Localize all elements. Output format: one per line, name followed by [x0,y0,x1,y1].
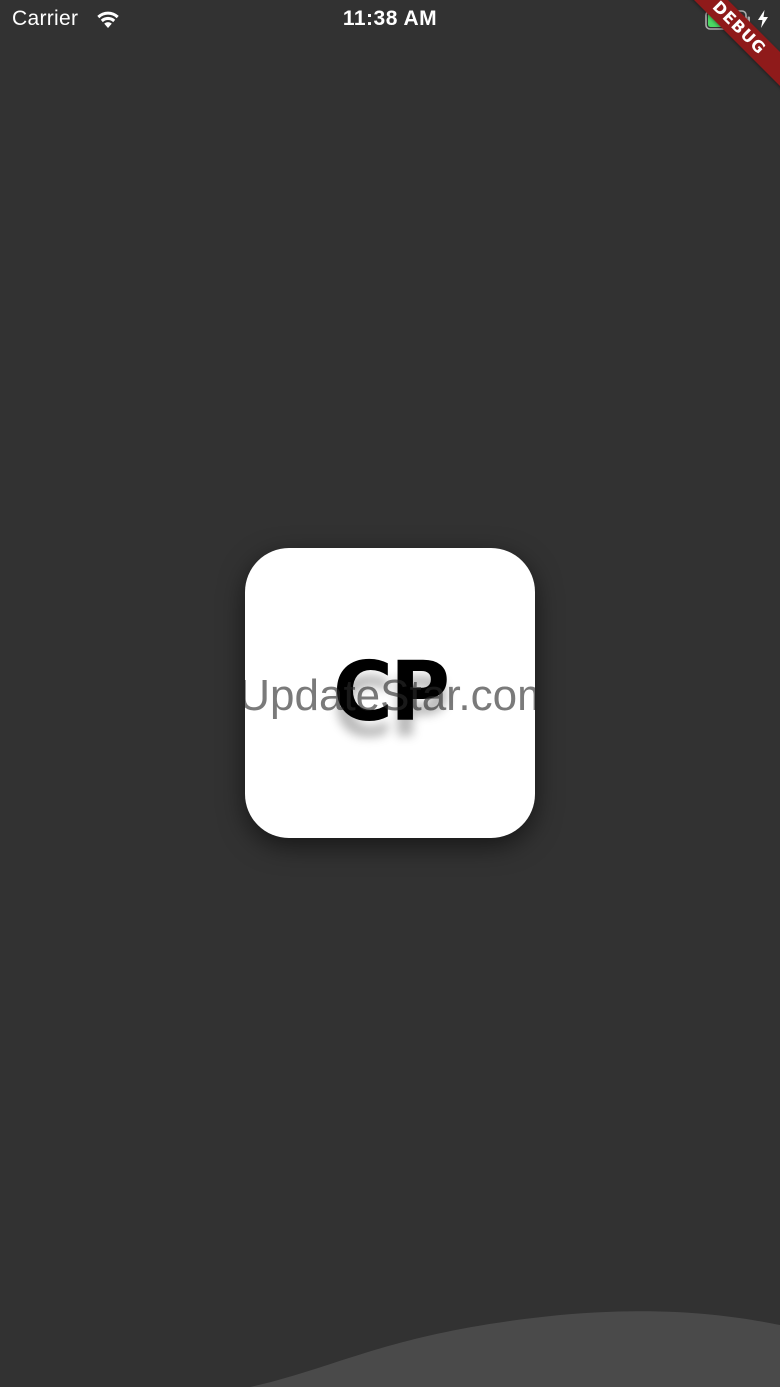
splash-screen: Carrier 11:38 AM DEBUG CP UpdateStar.com [0,0,780,1387]
app-logo: CP UpdateStar.com [245,548,535,838]
status-bar: Carrier 11:38 AM [0,0,780,40]
charging-bolt-icon [758,10,768,28]
bottom-wave [250,1311,780,1387]
status-time: 11:38 AM [342,7,438,30]
watermark-text: UpdateStar.com [245,671,535,720]
